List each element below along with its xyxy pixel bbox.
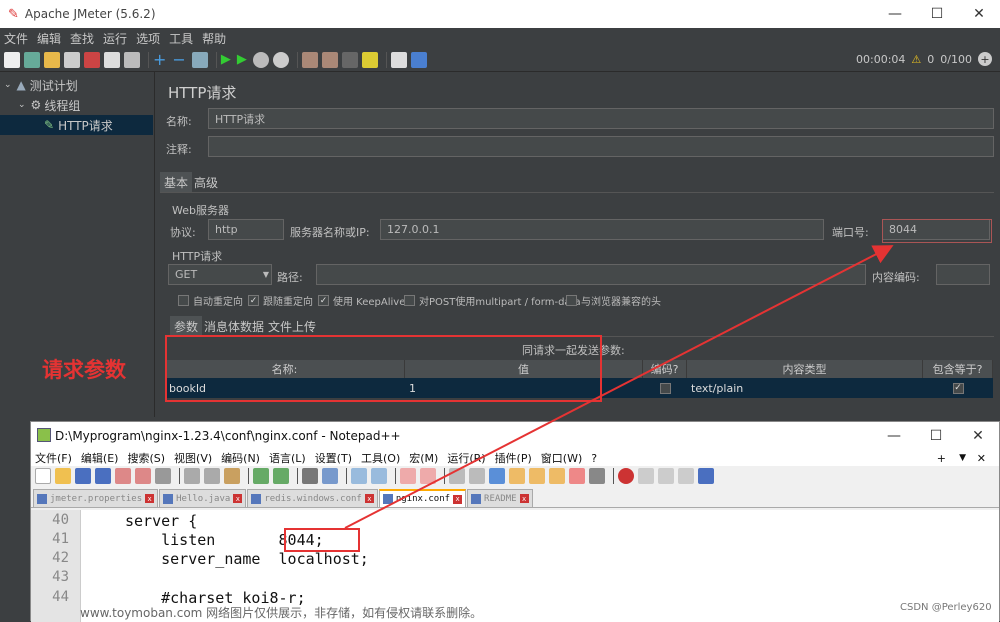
annotation-arrow [344,245,894,529]
watermark-text: www.toymoban.com 网络图片仅供展示，非存储，如有侵权请联系删除。 [80,606,483,620]
credit-text: CSDN @Perley620 [900,602,992,613]
arrow-line [344,245,894,529]
